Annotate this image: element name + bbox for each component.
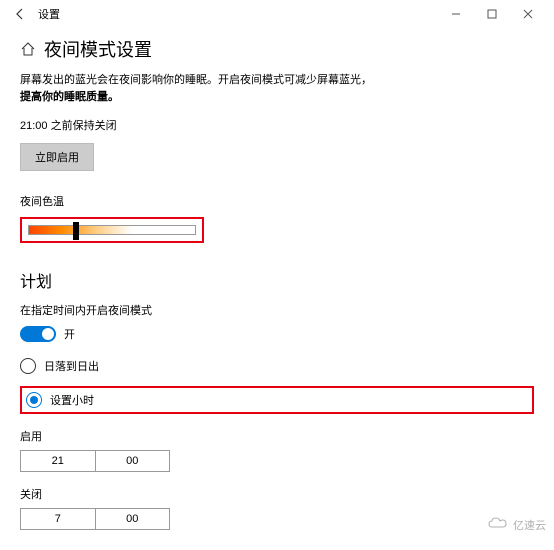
- off-time-picker[interactable]: 7 00: [20, 508, 170, 530]
- window-title: 设置: [38, 6, 60, 22]
- radio-highlight: 设置小时: [20, 386, 534, 414]
- watermark: 亿速云: [487, 516, 546, 533]
- back-button[interactable]: [8, 2, 32, 26]
- on-minute[interactable]: 00: [96, 451, 170, 471]
- color-temp-slider[interactable]: [28, 225, 196, 235]
- schedule-title: 计划: [20, 268, 534, 292]
- radio-set-hours[interactable]: 设置小时: [26, 392, 94, 408]
- schedule-sub: 在指定时间内开启夜间模式: [20, 302, 534, 318]
- off-time-label: 关闭: [20, 486, 534, 502]
- on-time-label: 启用: [20, 428, 534, 444]
- close-button[interactable]: [510, 2, 546, 26]
- off-hour[interactable]: 7: [21, 509, 96, 529]
- status-text: 21:00 之前保持关闭: [20, 117, 534, 133]
- schedule-toggle[interactable]: [20, 326, 56, 342]
- slider-thumb[interactable]: [73, 222, 79, 240]
- maximize-button[interactable]: [474, 2, 510, 26]
- radio-sunset-sunrise[interactable]: 日落到日出: [20, 358, 534, 374]
- color-temp-label: 夜间色温: [20, 193, 534, 209]
- on-time-picker[interactable]: 21 00: [20, 450, 170, 472]
- slider-highlight: [20, 217, 204, 243]
- on-hour[interactable]: 21: [21, 451, 96, 471]
- home-icon[interactable]: [20, 41, 36, 57]
- toggle-label: 开: [64, 326, 75, 342]
- page-title: 夜间模式设置: [44, 36, 152, 62]
- description: 屏幕发出的蓝光会在夜间影响你的睡眠。开启夜间模式可减少屏幕蓝光， 提高你的睡眠质…: [20, 72, 534, 105]
- enable-now-button[interactable]: 立即启用: [20, 143, 94, 171]
- off-minute[interactable]: 00: [96, 509, 170, 529]
- cloud-icon: [487, 516, 509, 533]
- minimize-button[interactable]: [438, 2, 474, 26]
